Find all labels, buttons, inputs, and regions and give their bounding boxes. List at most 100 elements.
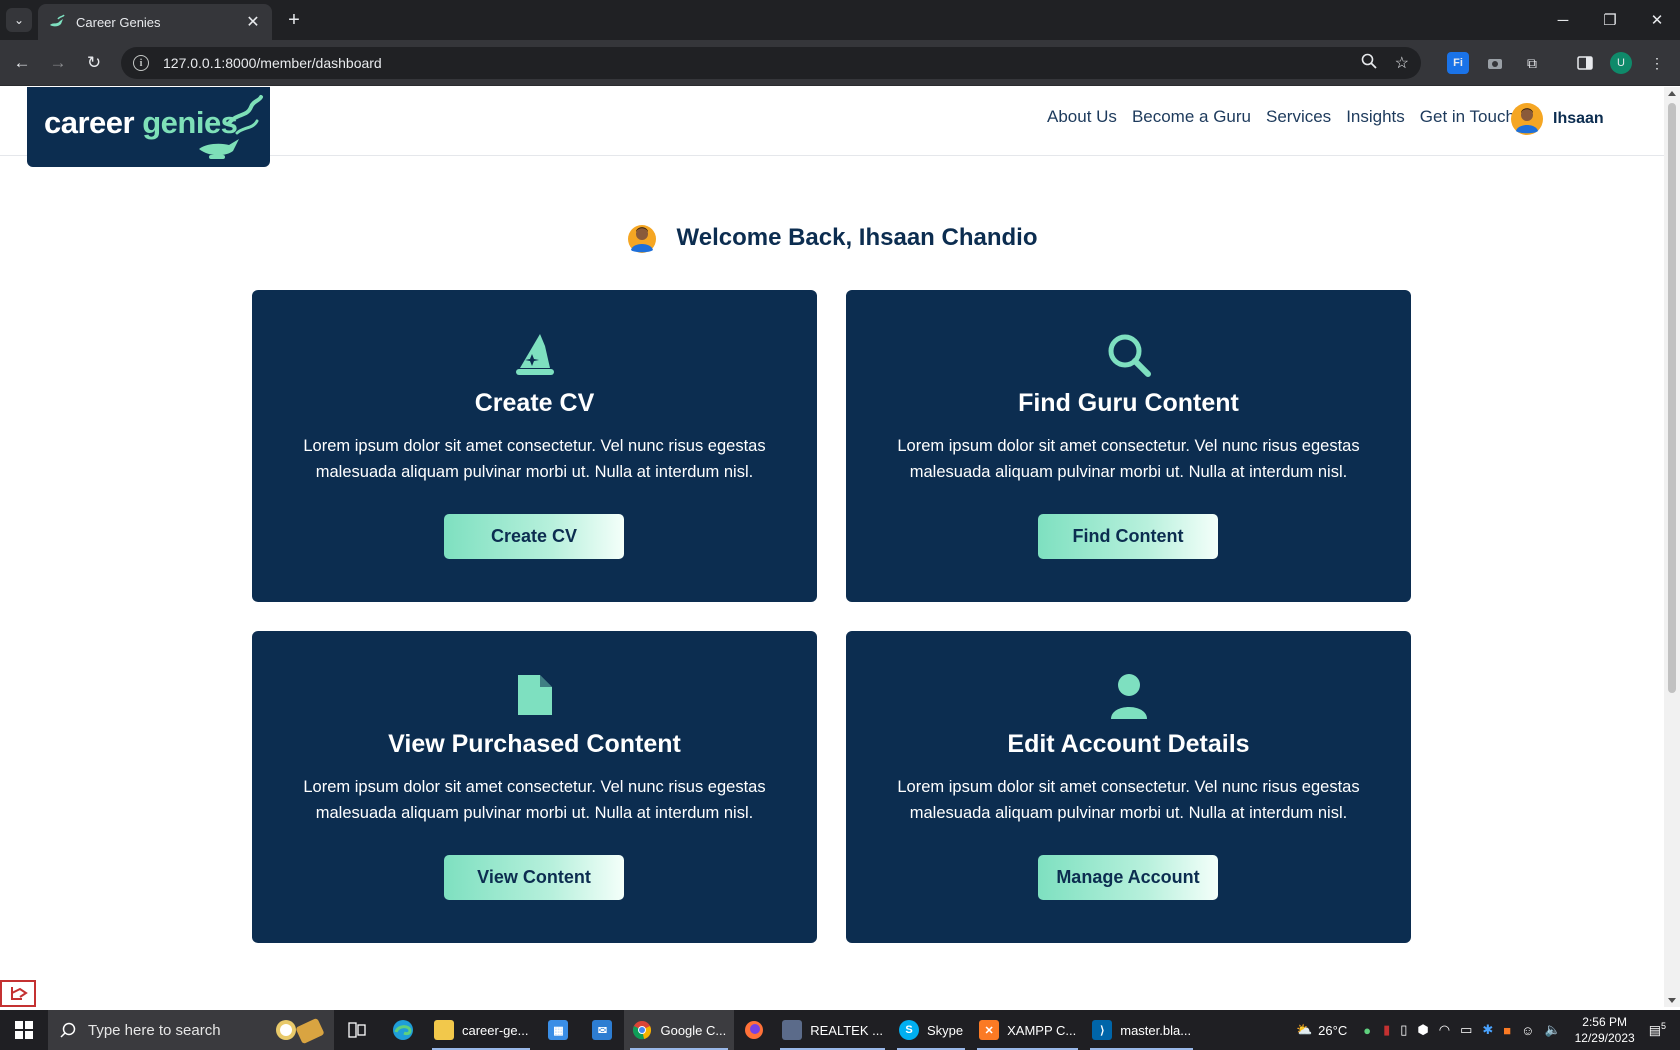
tray-volume-icon[interactable]: 🔈 (1544, 1022, 1560, 1038)
wizard-hat-icon (515, 334, 554, 375)
close-window-icon[interactable]: ✕ (1634, 0, 1680, 40)
tray-shield-icon[interactable]: ⬢ (1417, 1022, 1428, 1038)
site-info-icon[interactable]: i (133, 55, 149, 71)
taskbar-app-label: REALTEK ... (810, 1022, 883, 1038)
document-icon (517, 675, 552, 715)
minimize-icon[interactable]: ─ (1540, 0, 1586, 40)
folder-icon (434, 1020, 454, 1040)
genie-lamp-icon (199, 95, 263, 159)
search-highlight-icon (276, 1018, 324, 1044)
browser-toolbar: ← → ↻ i 127.0.0.1:8000/member/dashboard … (0, 40, 1680, 86)
browser-menu-icon[interactable]: ⋮ (1646, 52, 1668, 74)
taskbar-clock[interactable]: 2:56 PM 12/29/2023 (1575, 1014, 1635, 1046)
back-icon[interactable]: ← (10, 51, 34, 75)
taskbar-app-skype[interactable]: S Skype (891, 1010, 971, 1050)
mail-glyph: ✉ (592, 1020, 613, 1040)
forward-icon[interactable]: → (46, 51, 70, 75)
browser-tab[interactable]: Career Genies ✕ (38, 4, 272, 40)
edit-account-details-card: Edit Account Details Lorem ipsum dolor s… (846, 631, 1411, 943)
find-content-button[interactable]: Find Content (1038, 514, 1218, 559)
bookmark-star-icon[interactable]: ☆ (1395, 53, 1409, 73)
taskbar-app-file-explorer[interactable]: career-ge... (426, 1010, 536, 1050)
tab-close-icon[interactable]: ✕ (244, 12, 262, 32)
taskbar-app-vscode[interactable]: ⟩ master.bla... (1084, 1010, 1199, 1050)
tray-xampp-icon[interactable]: ■ (1503, 1023, 1511, 1038)
card-description: Lorem ipsum dolor sit amet consectetur. … (303, 778, 766, 822)
card-description: Lorem ipsum dolor sit amet consectetur. … (303, 437, 766, 481)
windows-start-icon[interactable] (0, 1010, 48, 1050)
store-glyph: ▦ (548, 1020, 569, 1040)
scroll-up-icon[interactable] (1668, 91, 1676, 96)
welcome-heading: Welcome Back, Ihsaan Chandio (676, 224, 1038, 251)
user-name: Ihsaan (1553, 110, 1604, 127)
taskbar-app-xampp[interactable]: ✕ XAMPP C... (971, 1010, 1084, 1050)
taskbar-app-realtek[interactable]: REALTEK ... (774, 1010, 891, 1050)
search-icon (1108, 334, 1151, 377)
edge-icon[interactable] (380, 1010, 426, 1050)
nav-get-in-touch[interactable]: Get in Touch (1420, 107, 1515, 127)
weather-temp[interactable]: 26°C (1318, 1023, 1347, 1038)
view-content-button[interactable]: View Content (444, 855, 624, 900)
user-menu[interactable]: Ihsaan (1511, 103, 1604, 135)
tray-bluetooth-icon[interactable]: ✱ (1482, 1022, 1493, 1038)
find-guru-content-card: Find Guru Content Lorem ipsum dolor sit … (846, 290, 1411, 602)
new-tab-button[interactable]: + (282, 8, 306, 32)
tray-security-icon[interactable]: ● (1363, 1023, 1371, 1038)
camera-extension-icon[interactable] (1484, 52, 1506, 74)
browser-tab-strip: ⌄ Career Genies ✕ + ─ ❐ ✕ (0, 0, 1680, 40)
side-panel-icon[interactable] (1574, 52, 1596, 74)
tray-chart-icon[interactable]: ▮ (1383, 1022, 1390, 1038)
card-description: Lorem ipsum dolor sit amet consectetur. … (897, 778, 1360, 822)
reload-icon[interactable]: ↻ (82, 51, 106, 75)
address-bar[interactable]: i 127.0.0.1:8000/member/dashboard ☆ (121, 47, 1421, 79)
card-title: Create CV (474, 389, 595, 417)
taskbar-app-label: career-ge... (462, 1022, 529, 1038)
search-icon (60, 1022, 76, 1038)
taskbar-app-label: Skype (926, 1022, 964, 1038)
scroll-down-icon[interactable] (1668, 998, 1676, 1003)
scroll-thumb[interactable] (1668, 103, 1676, 693)
skype-icon: S (898, 1020, 919, 1040)
profile-avatar-icon[interactable]: U (1610, 52, 1632, 74)
tray-monitor-icon[interactable]: ▭ (1460, 1022, 1472, 1038)
vscode-icon: ⟩ (1092, 1020, 1113, 1040)
weather-icon[interactable]: ⛅ (1296, 1022, 1312, 1038)
url-text[interactable]: 127.0.0.1:8000/member/dashboard (163, 55, 1343, 71)
laravel-debug-icon[interactable] (0, 980, 36, 1007)
taskbar-search-placeholder: Type here to search (88, 1021, 221, 1039)
taskbar-app-chrome[interactable]: Google C... (624, 1010, 735, 1050)
site-header: career genies About Us Become a Guru Ser… (0, 87, 1664, 167)
chrome-icon (633, 1021, 652, 1040)
site-logo[interactable]: career genies (27, 87, 270, 167)
view-purchased-content-card: View Purchased Content Lorem ipsum dolor… (252, 631, 817, 943)
nav-become-a-guru[interactable]: Become a Guru (1132, 107, 1251, 127)
windows-taskbar: Type here to search career-ge... ▦ ✉ Goo… (0, 1010, 1680, 1050)
firefox-icon[interactable] (734, 1010, 774, 1050)
welcome-banner: Welcome Back, Ihsaan Chandio (0, 222, 1664, 254)
store-icon[interactable]: ▦ (536, 1010, 580, 1050)
tab-title: Career Genies (76, 14, 161, 30)
page-scrollbar[interactable] (1664, 87, 1680, 1007)
task-view-icon[interactable] (334, 1010, 380, 1050)
extensions-puzzle-icon[interactable]: ⧉ (1521, 52, 1543, 74)
create-cv-button[interactable]: Create CV (444, 514, 624, 559)
page-viewport: career genies About Us Become a Guru Ser… (0, 87, 1664, 1007)
tray-user-icon[interactable]: ☺ (1521, 1023, 1534, 1038)
nav-services[interactable]: Services (1266, 107, 1331, 127)
card-title: Edit Account Details (1007, 730, 1250, 758)
nav-about-us[interactable]: About Us (1047, 107, 1117, 127)
taskbar-app-label: master.bla... (1120, 1022, 1192, 1038)
mail-icon[interactable]: ✉ (580, 1010, 624, 1050)
taskbar-search-box[interactable]: Type here to search (48, 1010, 334, 1050)
extension-fi-icon[interactable]: Fi (1447, 52, 1469, 74)
notification-center-icon[interactable]: ▤5 (1649, 1021, 1666, 1038)
zoom-icon[interactable] (1361, 53, 1377, 74)
nav-insights[interactable]: Insights (1346, 107, 1405, 127)
tray-wifi-icon[interactable]: ◠ (1439, 1022, 1450, 1038)
tray-battery-icon[interactable]: ▯ (1400, 1022, 1407, 1038)
manage-account-button[interactable]: Manage Account (1038, 855, 1218, 900)
tab-search-button[interactable]: ⌄ (6, 8, 32, 32)
restore-icon[interactable]: ❐ (1587, 0, 1633, 40)
taskbar-app-label: XAMPP C... (1007, 1022, 1077, 1038)
user-icon (1110, 674, 1147, 719)
